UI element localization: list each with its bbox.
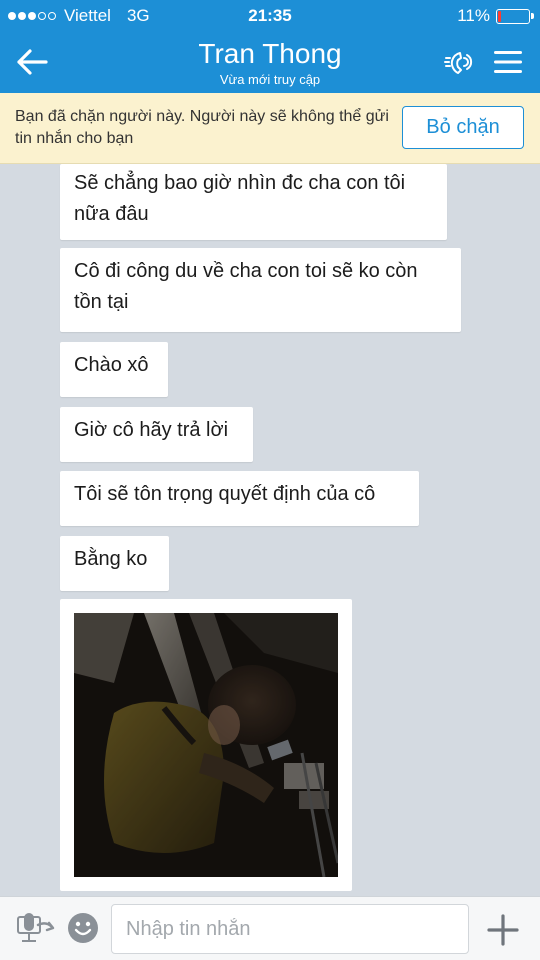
battery-icon (496, 8, 534, 24)
message-input[interactable] (111, 904, 469, 954)
blocked-notice-text: Bạn đã chặn người này. Người này sẽ khôn… (15, 108, 389, 147)
message-bubble[interactable]: Tôi sẽ tôn trọng quyết định của cô (60, 471, 419, 526)
message-bubble[interactable]: Giờ cô hãy trả lời (60, 407, 253, 462)
message-bubble[interactable]: Cô đi công du về cha con toi sẽ ko còn t… (60, 248, 461, 332)
emoji-icon[interactable] (66, 911, 100, 945)
back-arrow-icon[interactable] (14, 46, 50, 78)
message-input-bar (0, 896, 540, 960)
photo-image (74, 613, 338, 877)
message-bubble[interactable]: Chào xô (60, 342, 168, 397)
call-icon[interactable] (444, 46, 478, 78)
blocked-banner: Bạn đã chặn người này. Người này sẽ khôn… (0, 93, 540, 164)
status-bar: Viettel 3G 21:35 11% (0, 0, 540, 32)
plus-icon[interactable] (486, 913, 520, 947)
photo-thumbnail[interactable] (74, 613, 338, 877)
voice-message-icon[interactable] (16, 911, 56, 947)
message-bubble[interactable]: Bằng ko (60, 536, 169, 591)
battery-level (498, 10, 501, 22)
message-list[interactable]: Sẽ chẳng bao giờ nhìn đc cha con tôi nữa… (0, 164, 540, 896)
chat-header: Tran Thong Vừa mới truy cập (0, 32, 540, 93)
photo-message[interactable] (60, 599, 352, 891)
contact-name[interactable]: Tran Thong (100, 38, 440, 70)
last-seen-status: Vừa mới truy cập (219, 72, 321, 87)
status-right: 11% (457, 6, 534, 26)
unblock-button[interactable]: Bỏ chặn (402, 106, 524, 149)
battery-percent: 11% (457, 6, 490, 25)
menu-icon[interactable] (492, 49, 524, 75)
message-bubble[interactable]: Sẽ chẳng bao giờ nhìn đc cha con tôi nữa… (60, 164, 447, 240)
